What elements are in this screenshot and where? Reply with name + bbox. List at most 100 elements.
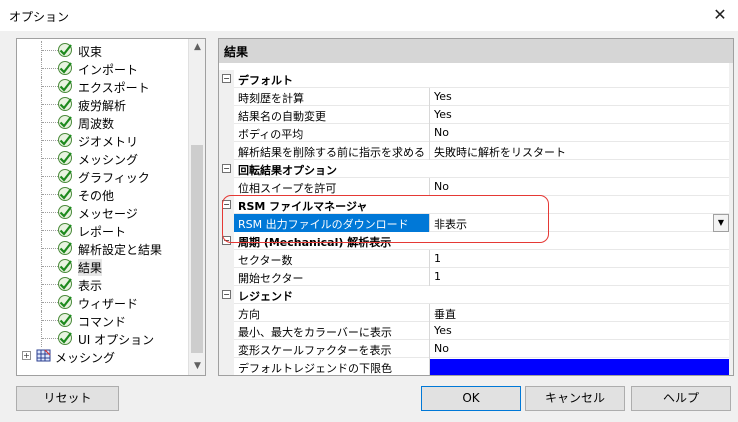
window-title: オプション [9, 10, 70, 24]
row-gutter: − [219, 70, 234, 88]
property-row[interactable]: ボディの平均 No [219, 124, 729, 142]
tree-item[interactable]: レポート [17, 221, 189, 239]
tree-item[interactable]: 解析設定と結果 [17, 239, 189, 257]
row-gutter [219, 178, 234, 196]
tree-item[interactable]: ウィザード [17, 293, 189, 311]
collapse-icon[interactable]: − [222, 74, 231, 83]
check-icon [57, 60, 74, 76]
property-row[interactable]: セクター数 1 [219, 250, 729, 268]
tree-item[interactable]: グラフィック [17, 167, 189, 185]
category-label: 回転結果オプション [238, 164, 337, 177]
tree-item[interactable]: メッセージ [17, 203, 189, 221]
check-icon [57, 186, 74, 202]
row-gutter [219, 268, 234, 286]
property-row[interactable]: 開始セクター 1 [219, 268, 729, 286]
tree-list: 収束インポートエクスポート 疲労解析周波数ジオメトリ メッシング グラフィックその他メ… [17, 39, 189, 375]
row-gutter [219, 124, 234, 142]
property-name: 結果名の自動変更 [234, 106, 430, 124]
property-name: 位相スイープを許可 [234, 178, 430, 196]
scroll-down-icon[interactable]: ▼ [189, 358, 205, 375]
property-row[interactable]: 解析結果を削除する前に指示を求める 失敗時に解析をリスタート [219, 142, 729, 160]
property-value[interactable]: Yes [430, 106, 729, 124]
property-value[interactable]: Yes [430, 88, 729, 106]
title-bar: オプション ✕ [0, 0, 738, 31]
tree-item-label: 結果 [78, 259, 103, 276]
tree-item[interactable]: 周波数 [17, 113, 189, 131]
scroll-up-icon[interactable]: ▲ [189, 39, 205, 56]
property-name: 変形スケールファクターを表示 [234, 340, 430, 358]
tree-item-meshing-root[interactable]: + メッシング [17, 347, 189, 365]
tree-item[interactable]: 収束 [17, 41, 189, 59]
property-value[interactable]: No [430, 124, 729, 142]
check-icon [57, 114, 74, 130]
property-value[interactable]: No [430, 340, 729, 358]
color-swatch[interactable] [430, 359, 729, 375]
tree-item-label: 表示 [78, 279, 103, 293]
property-name: 方向 [234, 304, 430, 322]
ok-button[interactable]: OK [421, 386, 521, 411]
options-tree[interactable]: 収束インポートエクスポート 疲労解析周波数ジオメトリ メッシング グラフィックその他メ… [16, 38, 206, 376]
property-name: デフォルトレジェンドの下限色 [234, 358, 430, 375]
tree-scrollbar[interactable]: ▲ ▼ [188, 39, 205, 375]
close-icon[interactable]: ✕ [708, 4, 732, 26]
property-name: 開始セクター [234, 268, 430, 286]
category-header[interactable]: − 回転結果オプション [219, 160, 729, 178]
property-row[interactable]: 位相スイープを許可 No [219, 178, 729, 196]
expand-icon[interactable]: + [22, 351, 31, 360]
property-row[interactable]: 結果名の自動変更 Yes [219, 106, 729, 124]
tree-item-label: その他 [78, 189, 115, 203]
property-value[interactable]: 1 [430, 268, 729, 286]
property-row[interactable]: デフォルトレジェンドの下限色 [219, 358, 729, 375]
tree-item[interactable]: エクスポート [17, 77, 189, 95]
check-icon [57, 132, 74, 148]
row-gutter [219, 322, 234, 340]
property-row[interactable]: 変形スケールファクターを表示 No [219, 340, 729, 358]
tree-item[interactable]: コマンド [17, 311, 189, 329]
property-value[interactable]: 垂直 [430, 304, 729, 322]
tree-item-label: インポート [78, 63, 139, 77]
check-icon [57, 204, 74, 220]
property-row[interactable]: 方向 垂直 [219, 304, 729, 322]
category-label: デフォルト [238, 74, 293, 87]
tree-item[interactable]: 結果 [17, 257, 189, 276]
tree-item[interactable]: メッシング [17, 149, 189, 167]
property-value[interactable]: 1 [430, 250, 729, 268]
property-row[interactable]: 時刻歴を計算 Yes [219, 88, 729, 106]
property-row[interactable]: 最小、最大をカラーバーに表示 Yes [219, 322, 729, 340]
property-value[interactable]: Yes [430, 322, 729, 340]
tree-item-label: ジオメトリ [78, 135, 139, 149]
tree-item-label: 疲労解析 [78, 99, 127, 113]
help-button[interactable]: ヘルプ [631, 386, 731, 411]
scroll-thumb[interactable] [191, 145, 203, 353]
tree-item[interactable]: 疲労解析 [17, 95, 189, 113]
tree-item-label: 周波数 [78, 117, 115, 131]
highlight-annotation [222, 195, 549, 243]
row-gutter [219, 142, 234, 160]
tree-item[interactable]: UI オプション [17, 329, 189, 347]
category-header[interactable]: − デフォルト [219, 70, 729, 88]
check-icon [57, 258, 74, 274]
category-header[interactable]: − レジェンド [219, 286, 729, 304]
collapse-icon[interactable]: − [222, 164, 231, 173]
tree-item[interactable]: 表示 [17, 275, 189, 293]
cancel-button[interactable]: キャンセル [525, 386, 625, 411]
collapse-icon[interactable]: − [222, 290, 231, 299]
check-icon [57, 78, 74, 94]
tree-item[interactable]: その他 [17, 185, 189, 203]
check-icon [57, 42, 74, 58]
tree-item-label: ウィザード [78, 297, 139, 311]
reset-button[interactable]: リセット [16, 386, 119, 411]
tree-item-label: UI オプション [78, 333, 155, 347]
grid-scrollbar[interactable] [729, 63, 733, 375]
dropdown-arrow-icon[interactable]: ▼ [713, 214, 729, 232]
property-value[interactable]: 失敗時に解析をリスタート [430, 142, 729, 160]
row-gutter [219, 106, 234, 124]
check-icon [57, 168, 74, 184]
check-icon [57, 222, 74, 238]
tree-item[interactable]: ジオメトリ [17, 131, 189, 149]
tree-item-label: コマンド [78, 315, 127, 329]
panel-title: 結果 [224, 45, 249, 59]
tree-item-label: エクスポート [78, 81, 150, 95]
tree-item[interactable]: インポート [17, 59, 189, 77]
property-value[interactable]: No [430, 178, 729, 196]
